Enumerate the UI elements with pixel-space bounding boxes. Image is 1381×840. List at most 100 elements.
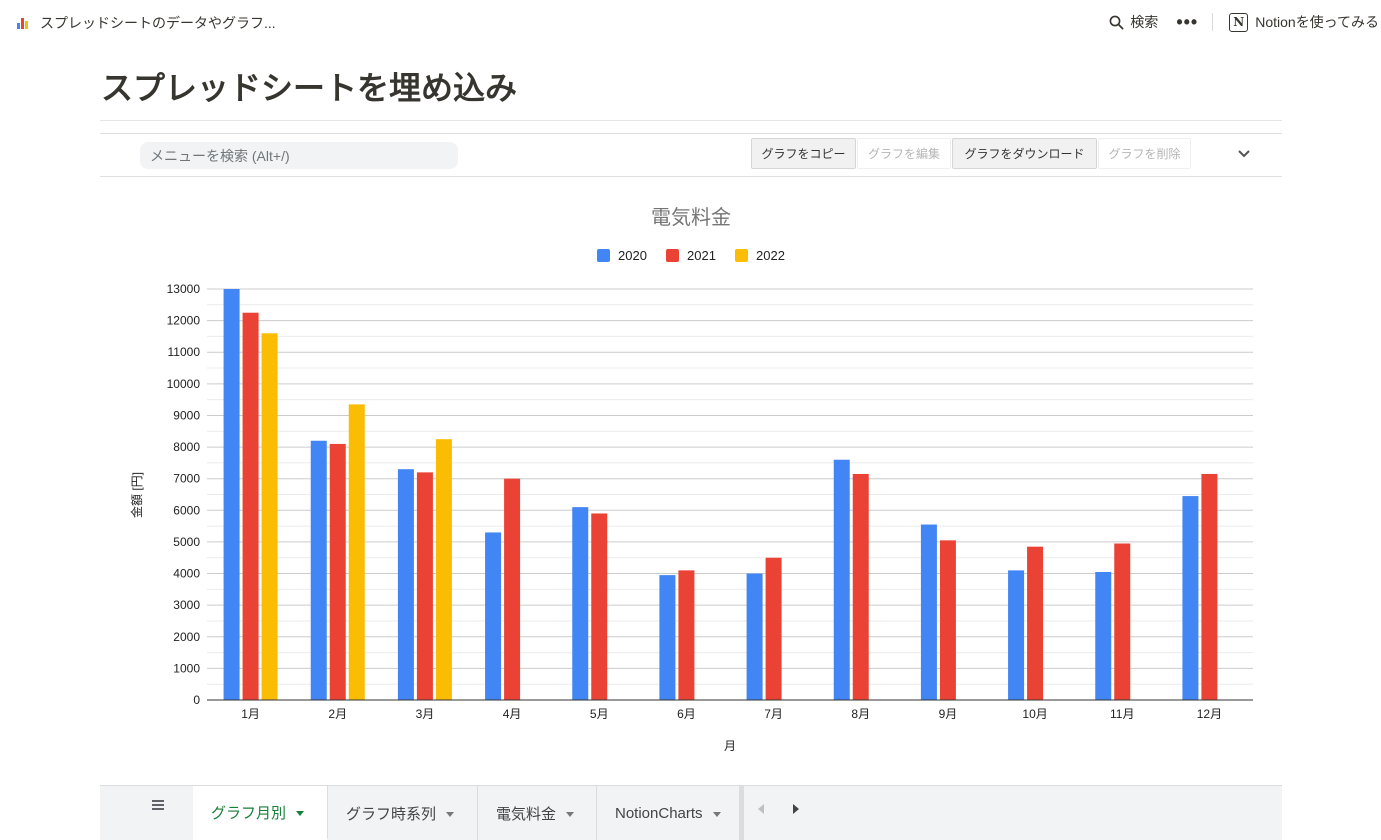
y-tick-label: 5000 [173, 535, 200, 549]
bar [242, 312, 259, 700]
bar [397, 469, 414, 700]
x-tick-label: 3月 [416, 707, 435, 721]
try-notion-label: Notionを使ってみる [1255, 14, 1379, 30]
legend-swatch [597, 249, 610, 262]
x-tick-label: 11月 [1110, 707, 1134, 721]
bar [435, 439, 452, 700]
x-tick-label: 9月 [939, 707, 958, 721]
bar [765, 557, 782, 700]
bar [1095, 571, 1112, 700]
tab-electricity-cost[interactable]: 電気料金 [478, 786, 597, 840]
notion-logo-icon: N [1229, 12, 1249, 32]
top-bar: スプレッドシートのデータやグラフ... 検索 ••• N Notionを使ってみ… [0, 0, 1381, 46]
y-tick-label: 7000 [173, 472, 200, 486]
bar [329, 443, 346, 700]
bar [310, 440, 327, 700]
bar [572, 507, 589, 700]
bar [939, 540, 956, 700]
bar [1027, 546, 1044, 700]
breadcrumb-title[interactable]: スプレッドシートのデータやグラフ... [40, 13, 276, 33]
legend-swatch [735, 249, 748, 262]
bar-chart: 電気料金 2020 2021 2022 0 1000 2000 3000 4000 5000 600… [129, 206, 1253, 753]
bar [504, 478, 521, 700]
legend-label: 2022 [756, 248, 785, 263]
bar [678, 570, 695, 700]
y-tick-label: 13000 [167, 282, 201, 296]
edit-chart-button: グラフを編集 [857, 138, 951, 169]
divider [1212, 13, 1214, 31]
copy-chart-button[interactable]: グラフをコピー [751, 138, 856, 169]
search-button[interactable]: 検索 [1103, 12, 1164, 32]
bar [852, 473, 869, 700]
tab-graph-timeseries[interactable]: グラフ時系列 [328, 786, 478, 840]
breadcrumb[interactable]: スプレッドシートのデータやグラフ... [16, 13, 276, 33]
x-axis-label: 月 [724, 739, 736, 753]
tab-notion-charts[interactable]: NotionCharts [597, 786, 740, 840]
y-tick-label: 3000 [173, 598, 200, 612]
divider [100, 120, 1282, 121]
bar [348, 404, 365, 700]
x-tick-label: 4月 [503, 707, 522, 721]
bar [485, 532, 502, 700]
x-tick-label: 7月 [764, 707, 783, 721]
tab-label: グラフ月別 [211, 804, 287, 822]
x-tick-label: 5月 [590, 707, 609, 721]
tab-graph-monthly[interactable]: グラフ月別 [193, 786, 328, 840]
menu-search-input[interactable] [140, 142, 458, 169]
delete-chart-button: グラフを削除 [1098, 138, 1191, 169]
bar [1182, 496, 1199, 700]
caret-down-icon [296, 810, 305, 816]
divider [740, 786, 744, 840]
bar [1114, 543, 1131, 700]
bar [591, 513, 608, 700]
spreadsheet-chart-icon [16, 16, 30, 30]
bar [416, 472, 433, 700]
bar [659, 575, 676, 700]
y-axis-label: 金額 [円] [129, 472, 144, 518]
x-tick-label: 1月 [241, 707, 260, 721]
x-tick-label: 2月 [328, 707, 347, 721]
bar [1201, 473, 1218, 700]
legend-label: 2020 [618, 248, 647, 263]
search-icon [1109, 15, 1124, 29]
search-label: 検索 [1130, 14, 1159, 30]
bar [920, 524, 937, 700]
more-options-button[interactable]: ••• [1176, 13, 1198, 31]
download-chart-button[interactable]: グラフをダウンロード [952, 138, 1097, 169]
bar [223, 289, 240, 700]
caret-down-icon [446, 811, 455, 817]
legend-swatch [666, 249, 679, 262]
all-sheets-menu-icon[interactable] [150, 798, 170, 818]
chevron-down-icon[interactable] [1236, 146, 1252, 162]
y-tick-label: 4000 [173, 567, 200, 581]
scroll-left-icon[interactable] [750, 798, 772, 820]
bar [261, 333, 278, 700]
y-tick-label: 1000 [173, 661, 200, 675]
y-tick-label: 12000 [167, 314, 201, 328]
sheet-tab-bar: グラフ月別 グラフ時系列 電気料金 NotionCharts [100, 785, 1282, 840]
y-tick-label: 10000 [167, 377, 201, 391]
caret-down-icon [712, 811, 721, 817]
x-tick-label: 12月 [1197, 707, 1222, 721]
try-notion-button[interactable]: N Notionを使ってみる [1229, 12, 1379, 32]
x-tick-label: 6月 [677, 707, 696, 721]
caret-down-icon [566, 811, 575, 817]
y-tick-label: 11000 [168, 345, 201, 359]
scroll-right-icon[interactable] [785, 798, 807, 820]
tab-label: グラフ時系列 [346, 805, 437, 823]
chart-container: 電気料金 2020 2021 2022 0 1000 2000 3000 4000 5000 600… [100, 190, 1282, 770]
page-title: スプレッドシートを埋め込み [101, 70, 518, 106]
bar [833, 459, 850, 700]
x-tick-label: 10月 [1022, 707, 1047, 721]
tab-label: NotionCharts [615, 804, 703, 822]
y-tick-label: 2000 [173, 630, 200, 644]
y-tick-label: 6000 [173, 503, 200, 517]
bar [1008, 570, 1025, 700]
y-tick-label: 0 [193, 693, 200, 707]
legend-label: 2021 [687, 248, 716, 263]
y-tick-label: 8000 [173, 440, 200, 454]
bar [746, 573, 763, 700]
tab-label: 電気料金 [496, 805, 557, 823]
sheet-toolbar: グラフをコピー グラフを編集 グラフをダウンロード グラフを削除 [100, 133, 1282, 177]
y-tick-label: 9000 [173, 408, 200, 422]
